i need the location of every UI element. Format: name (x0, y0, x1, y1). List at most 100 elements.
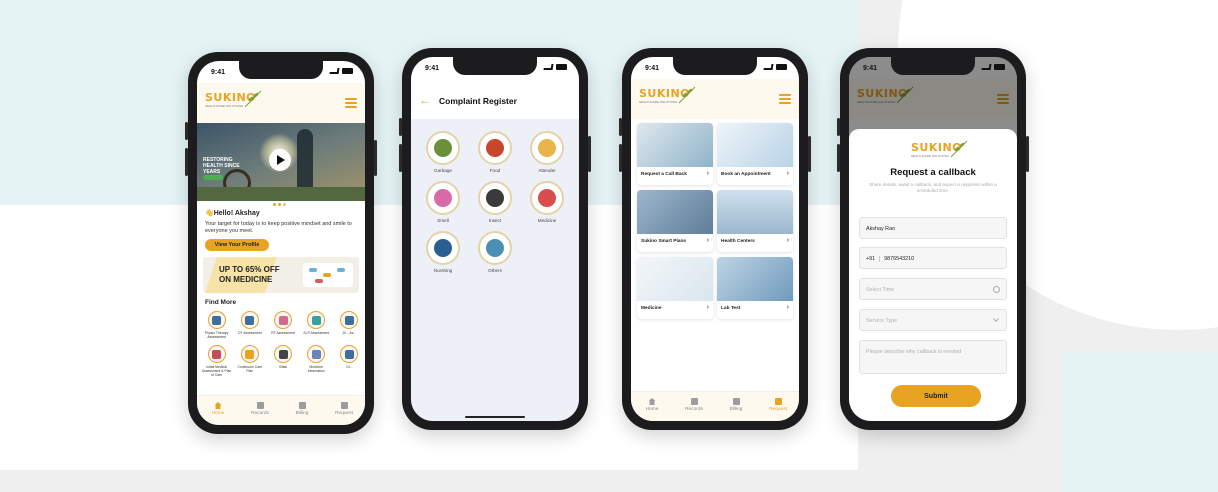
find-item-medicine-info[interactable]: Medicine Information (301, 345, 332, 377)
category-attender[interactable]: Attender (525, 131, 569, 173)
tile-label: Lab Test (721, 306, 741, 311)
greeting-subtitle: Your target for today is to keep positiv… (205, 221, 352, 234)
phone-callback: 9:41 SUKINO HEALTHCARE SOLUTIONS SUKINO … (837, 48, 1029, 430)
time-select-field[interactable]: Select Time (859, 278, 1007, 300)
find-item-more[interactable]: Di... As... (334, 311, 365, 339)
find-item-slp[interactable]: SLP Assessment (301, 311, 332, 339)
tab-request[interactable]: Request (326, 402, 362, 425)
tab-label: Request (335, 411, 353, 416)
find-item-label: SLP Assessment (303, 331, 329, 335)
find-item-label: RT Assessment (271, 331, 295, 335)
hamburger-menu-icon[interactable] (345, 98, 357, 108)
find-item-ot[interactable]: OT Assessment (234, 311, 265, 339)
lab-test-image (717, 257, 793, 301)
battery-icon (342, 68, 353, 74)
tile-health-centers[interactable]: Health Centers › (717, 190, 793, 252)
request-icon (774, 398, 782, 405)
chevron-right-icon: › (786, 237, 789, 244)
clock-icon (993, 286, 1000, 293)
category-others[interactable]: Others (473, 231, 517, 273)
tile-medicine[interactable]: Medicine › (637, 257, 713, 319)
appointment-image (717, 123, 793, 167)
tab-request[interactable]: Request (760, 398, 796, 421)
home-icon (214, 402, 222, 409)
food-icon (478, 131, 512, 165)
tile-request-call-back[interactable]: Request a Call Back › (637, 123, 713, 185)
chevron-down-icon (993, 316, 999, 322)
category-nursing[interactable]: Nurshing (421, 231, 465, 273)
call-back-image (637, 123, 713, 167)
name-field[interactable]: Akshay Rao (859, 217, 1007, 239)
tab-records[interactable]: Records (242, 402, 278, 425)
category-label: Medicine (537, 218, 557, 223)
garbage-icon (426, 131, 460, 165)
find-item-label: Continuum Care Plan (237, 365, 263, 373)
home-icon (648, 398, 656, 405)
health-centers-image (717, 190, 793, 234)
category-garbage[interactable]: Garbage (421, 131, 465, 173)
records-icon (256, 402, 264, 409)
find-item-vitals[interactable]: Vitals (267, 345, 298, 377)
more-icon (340, 345, 359, 363)
medicine-promo-banner[interactable]: UP TO 65% OFF ON MEDICINE (203, 257, 359, 293)
app-header: SUKINO HEALTHCARE SOLUTIONS (197, 83, 365, 123)
billing-icon (732, 398, 740, 405)
tab-label: Home (645, 407, 659, 412)
country-code[interactable]: +91 (866, 256, 881, 262)
others-icon (478, 231, 512, 265)
category-smell[interactable]: Smell (421, 181, 465, 223)
tile-label: Book an Appointment (721, 172, 771, 177)
play-video-button[interactable] (269, 149, 291, 171)
category-medicine[interactable]: Medicine (525, 181, 569, 223)
signal-icon (543, 64, 554, 70)
category-insect[interactable]: Insect (473, 181, 517, 223)
home-screen: 9:41 SUKINO HEALTHCARE SOLUTIONS RESTORI… (197, 61, 365, 425)
find-item-label: Medicine Information (307, 365, 325, 373)
find-item-more-2[interactable]: Di... (334, 345, 365, 377)
find-item-label: Vitals (278, 365, 288, 369)
signal-icon (981, 64, 992, 70)
name-value: Akshay Rao (866, 226, 896, 232)
tile-smart-plans[interactable]: Sukino Smart Plans › (637, 190, 713, 252)
reason-textarea[interactable]: Please describe why callback is needed (859, 340, 1007, 374)
tile-label: Health Centers (721, 239, 755, 244)
carousel-dots[interactable] (273, 203, 286, 206)
category-label: Smell (437, 218, 449, 223)
rt-icon (274, 311, 292, 329)
background-bottom-band (0, 470, 858, 492)
signal-icon (329, 68, 340, 74)
phone-field[interactable]: +91 9876543210 (859, 247, 1007, 269)
tab-home[interactable]: Home (634, 398, 670, 421)
find-item-medical-assessment[interactable]: Initial Medical Assessment & Plan of Car… (201, 345, 232, 377)
promo-line-1: UP TO 65% OFF (219, 265, 280, 274)
hero-banner[interactable]: RESTORING HEALTH SINCE YEARS (197, 123, 365, 201)
view-profile-button[interactable]: View Your Profile (205, 239, 269, 251)
back-arrow-icon[interactable]: ← (419, 93, 431, 107)
find-item-rt[interactable]: RT Assessment (267, 311, 298, 339)
smell-icon (426, 181, 460, 215)
physio-icon (207, 311, 226, 329)
tile-book-appointment[interactable]: Book an Appointment › (717, 123, 793, 185)
submit-button[interactable]: Submit (891, 385, 981, 407)
tab-billing[interactable]: Billing (284, 402, 320, 425)
tile-lab-test[interactable]: Lab Test › (717, 257, 793, 319)
find-item-physio[interactable]: Physio Therapy Assessment (201, 311, 232, 339)
bottom-tab-bar: Home Records Billing Request (631, 391, 799, 421)
hamburger-menu-icon[interactable] (779, 94, 791, 104)
reason-placeholder: Please describe why callback is needed (866, 349, 962, 355)
tab-home[interactable]: Home (200, 402, 236, 425)
nursing-icon (426, 231, 460, 265)
find-more-row-1: Physio Therapy Assessment OT Assessment … (201, 311, 365, 339)
signal-icon (763, 64, 774, 70)
greeting-title: 👋Hello! Akshay (205, 210, 260, 217)
tab-records[interactable]: Records (676, 398, 712, 421)
find-item-care-plan[interactable]: Continuum Care Plan (234, 345, 265, 377)
category-label: Food (489, 168, 501, 173)
chevron-right-icon: › (706, 237, 709, 244)
complaint-category-grid: Garbage Food Attender Smell Insect Medic… (421, 131, 571, 273)
service-type-select[interactable]: Service Type (859, 309, 1007, 331)
status-time: 9:41 (211, 69, 226, 76)
tab-billing[interactable]: Billing (718, 398, 754, 421)
category-food[interactable]: Food (473, 131, 517, 173)
tab-label: Billing (295, 411, 309, 416)
